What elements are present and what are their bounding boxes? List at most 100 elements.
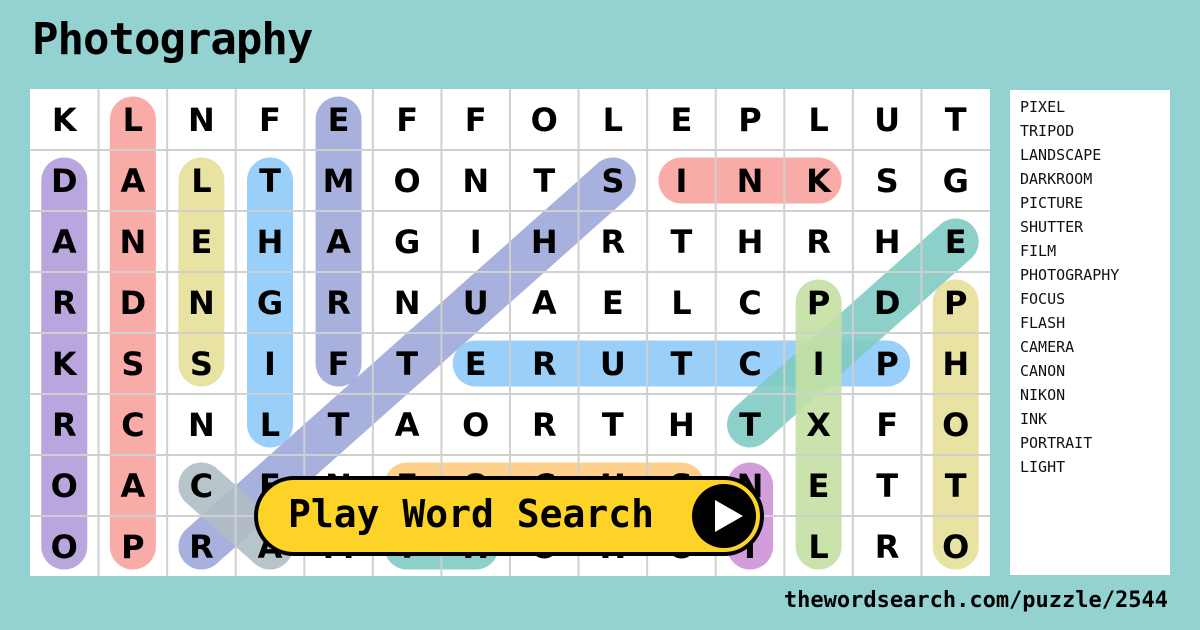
grid-cell[interactable]: C: [716, 272, 785, 333]
grid-cell[interactable]: L: [579, 89, 648, 150]
grid-cell[interactable]: G: [236, 272, 305, 333]
grid-cell[interactable]: I: [647, 150, 716, 211]
grid-cell[interactable]: S: [853, 150, 922, 211]
grid-cell[interactable]: H: [510, 211, 579, 272]
grid-cell[interactable]: F: [441, 89, 510, 150]
grid-cell[interactable]: A: [99, 455, 168, 516]
grid-cell[interactable]: D: [853, 272, 922, 333]
grid-cell[interactable]: F: [853, 394, 922, 455]
grid-cell[interactable]: S: [99, 333, 168, 394]
grid-cell[interactable]: R: [304, 272, 373, 333]
grid-cell[interactable]: E: [579, 272, 648, 333]
grid-cell[interactable]: A: [30, 211, 99, 272]
grid-cell[interactable]: F: [373, 89, 442, 150]
grid-cell[interactable]: G: [921, 150, 990, 211]
grid-cell[interactable]: H: [647, 394, 716, 455]
grid-cell[interactable]: L: [784, 516, 853, 576]
grid-cell[interactable]: N: [167, 89, 236, 150]
grid-cell[interactable]: H: [236, 211, 305, 272]
grid-cell[interactable]: L: [167, 150, 236, 211]
grid-cell[interactable]: R: [579, 211, 648, 272]
grid-cell[interactable]: C: [99, 394, 168, 455]
footer-url[interactable]: thewordsearch.com/puzzle/2544: [784, 588, 1168, 613]
grid-cell[interactable]: R: [30, 394, 99, 455]
grid-cell[interactable]: T: [510, 150, 579, 211]
grid-cell[interactable]: E: [647, 89, 716, 150]
grid-cell[interactable]: P: [99, 516, 168, 576]
grid-cell[interactable]: A: [510, 272, 579, 333]
grid-cell[interactable]: L: [647, 272, 716, 333]
grid-cell[interactable]: A: [373, 394, 442, 455]
grid-cell[interactable]: R: [853, 516, 922, 576]
grid-cell[interactable]: T: [853, 455, 922, 516]
grid-cell[interactable]: E: [921, 211, 990, 272]
grid-cell[interactable]: N: [167, 394, 236, 455]
grid-cell[interactable]: D: [99, 272, 168, 333]
grid-cell[interactable]: P: [716, 89, 785, 150]
grid-cell[interactable]: H: [921, 333, 990, 394]
grid-cell[interactable]: O: [441, 394, 510, 455]
grid-cell[interactable]: D: [30, 150, 99, 211]
grid-cell[interactable]: K: [784, 150, 853, 211]
grid-cell[interactable]: R: [30, 272, 99, 333]
grid-cell[interactable]: O: [373, 150, 442, 211]
grid-cell[interactable]: E: [304, 89, 373, 150]
grid-cell[interactable]: O: [30, 455, 99, 516]
grid-cell[interactable]: O: [921, 516, 990, 576]
grid-cell[interactable]: X: [784, 394, 853, 455]
grid-cell[interactable]: N: [167, 272, 236, 333]
grid-cell[interactable]: O: [510, 89, 579, 150]
grid-cell[interactable]: T: [921, 89, 990, 150]
grid-cell[interactable]: T: [579, 394, 648, 455]
grid-cell[interactable]: K: [30, 333, 99, 394]
puzzle-title: Photography: [32, 14, 313, 65]
grid-cell[interactable]: O: [921, 394, 990, 455]
grid-cell[interactable]: N: [441, 150, 510, 211]
grid-cell[interactable]: F: [304, 333, 373, 394]
grid-cell[interactable]: T: [716, 394, 785, 455]
grid-cell[interactable]: U: [441, 272, 510, 333]
grid-cell[interactable]: F: [236, 89, 305, 150]
grid-cell[interactable]: C: [716, 333, 785, 394]
grid-cell[interactable]: T: [921, 455, 990, 516]
play-word-search-button[interactable]: Play Word Search: [254, 476, 764, 556]
grid-cell[interactable]: R: [510, 333, 579, 394]
grid-cell[interactable]: U: [579, 333, 648, 394]
grid-cell[interactable]: P: [853, 333, 922, 394]
grid-cell[interactable]: I: [441, 211, 510, 272]
grid-cell[interactable]: T: [647, 211, 716, 272]
grid-cell[interactable]: L: [99, 89, 168, 150]
grid-cell[interactable]: N: [373, 272, 442, 333]
grid-cell[interactable]: U: [853, 89, 922, 150]
grid-cell[interactable]: R: [167, 516, 236, 576]
grid-cell[interactable]: K: [30, 89, 99, 150]
grid-cell[interactable]: I: [236, 333, 305, 394]
grid-cell[interactable]: E: [784, 455, 853, 516]
grid-cell[interactable]: R: [784, 211, 853, 272]
grid-cell[interactable]: G: [373, 211, 442, 272]
grid-cell[interactable]: L: [236, 394, 305, 455]
grid-cell[interactable]: N: [716, 150, 785, 211]
grid-cell[interactable]: S: [579, 150, 648, 211]
grid-cell[interactable]: A: [304, 211, 373, 272]
grid-cell[interactable]: T: [373, 333, 442, 394]
grid-cell[interactable]: E: [441, 333, 510, 394]
grid-cell[interactable]: M: [304, 150, 373, 211]
grid-cell[interactable]: E: [167, 211, 236, 272]
grid-cell[interactable]: L: [784, 89, 853, 150]
grid-cell[interactable]: S: [167, 333, 236, 394]
grid-cell[interactable]: I: [784, 333, 853, 394]
word-list-item: FOCUS: [1020, 290, 1066, 308]
grid-cell[interactable]: N: [99, 211, 168, 272]
grid-cell[interactable]: A: [99, 150, 168, 211]
grid-cell[interactable]: P: [921, 272, 990, 333]
grid-cell[interactable]: T: [647, 333, 716, 394]
grid-cell[interactable]: O: [30, 516, 99, 576]
grid-cell[interactable]: T: [304, 394, 373, 455]
grid-cell[interactable]: P: [784, 272, 853, 333]
grid-cell[interactable]: H: [716, 211, 785, 272]
grid-cell[interactable]: H: [853, 211, 922, 272]
grid-cell[interactable]: R: [510, 394, 579, 455]
grid-cell[interactable]: C: [167, 455, 236, 516]
grid-cell[interactable]: T: [236, 150, 305, 211]
